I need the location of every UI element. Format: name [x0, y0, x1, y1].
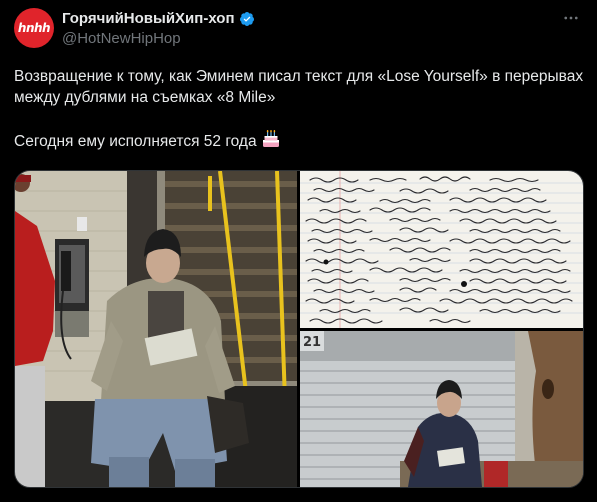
tweet-text-line-2: Сегодня ему исполняется 52 года	[14, 129, 584, 152]
photo-trailer-writing[interactable]: 21	[300, 331, 583, 487]
media-grid[interactable]: 21	[14, 170, 584, 488]
photo-subway-station[interactable]	[15, 171, 297, 487]
tweet-text: Возвращение к тому, как Эминем писал тек…	[14, 66, 584, 152]
verified-badge-icon	[239, 11, 254, 26]
photo-handwritten-lyrics[interactable]	[300, 171, 583, 328]
avatar-logo-text: hnhh	[17, 21, 51, 35]
tweet-card[interactable]: hnhh ГорячийНовыйХип-хоп @HotNewHipHop В…	[0, 0, 597, 502]
avatar[interactable]: hnhh	[14, 8, 54, 48]
tweet-text-line-2-content: Сегодня ему исполняется 52 года	[14, 133, 257, 150]
tweet-text-line-1: Возвращение к тому, как Эминем писал тек…	[14, 68, 584, 106]
birthday-cake-icon	[262, 130, 279, 147]
trailer-number-sign: 21	[303, 335, 321, 350]
author-handle[interactable]: @HotNewHipHop	[62, 30, 181, 47]
author-name-row: ГорячийНовыйХип-хоп	[62, 10, 255, 27]
more-options-icon[interactable]	[559, 8, 583, 28]
author-display-name[interactable]: ГорячийНовыйХип-хоп	[62, 10, 235, 27]
